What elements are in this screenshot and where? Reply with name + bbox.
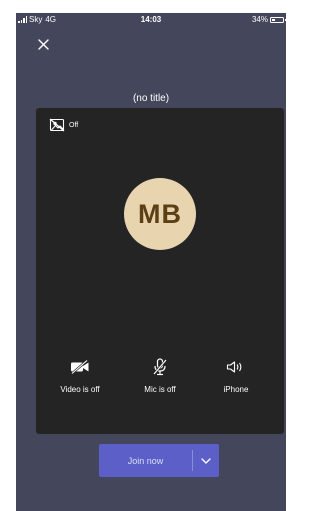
join-group: Join now: [99, 444, 219, 477]
video-toggle-button[interactable]: Video is off: [42, 358, 118, 404]
meeting-title: (no title): [132, 93, 170, 104]
status-time: 14:03: [140, 15, 162, 24]
status-bar: Sky 4G 14:03 34%: [16, 13, 286, 27]
join-options-button[interactable]: [193, 444, 219, 477]
battery-percent: 34%: [251, 15, 268, 24]
audio-label: iPhone: [223, 385, 249, 394]
chevron-down-icon: [201, 457, 211, 464]
video-preview: Off MB Video is off Mic is off iPhone: [36, 108, 284, 434]
mic-label: Mic is off: [144, 385, 176, 394]
mic-off-icon: [153, 358, 167, 376]
mic-toggle-button[interactable]: Mic is off: [122, 358, 198, 404]
close-icon: [37, 38, 49, 50]
avatar: MB: [124, 178, 196, 250]
phone-screen: Sky 4G 14:03 34% (no title) Off MB Video…: [16, 13, 286, 511]
join-now-button[interactable]: Join now: [99, 444, 192, 477]
battery-fill: [272, 18, 276, 21]
background-effects-toggle[interactable]: Off: [49, 118, 78, 132]
status-right: 34%: [251, 15, 286, 24]
background-effects-off-icon: [49, 118, 65, 132]
battery-tip: [284, 18, 286, 21]
audio-output-button[interactable]: iPhone: [198, 358, 274, 404]
close-button[interactable]: [32, 33, 54, 55]
video-label: Video is off: [60, 385, 100, 394]
battery-icon: [270, 16, 286, 23]
background-effects-label: Off: [69, 121, 79, 129]
speaker-icon: [226, 361, 242, 373]
video-off-icon: [71, 360, 89, 374]
